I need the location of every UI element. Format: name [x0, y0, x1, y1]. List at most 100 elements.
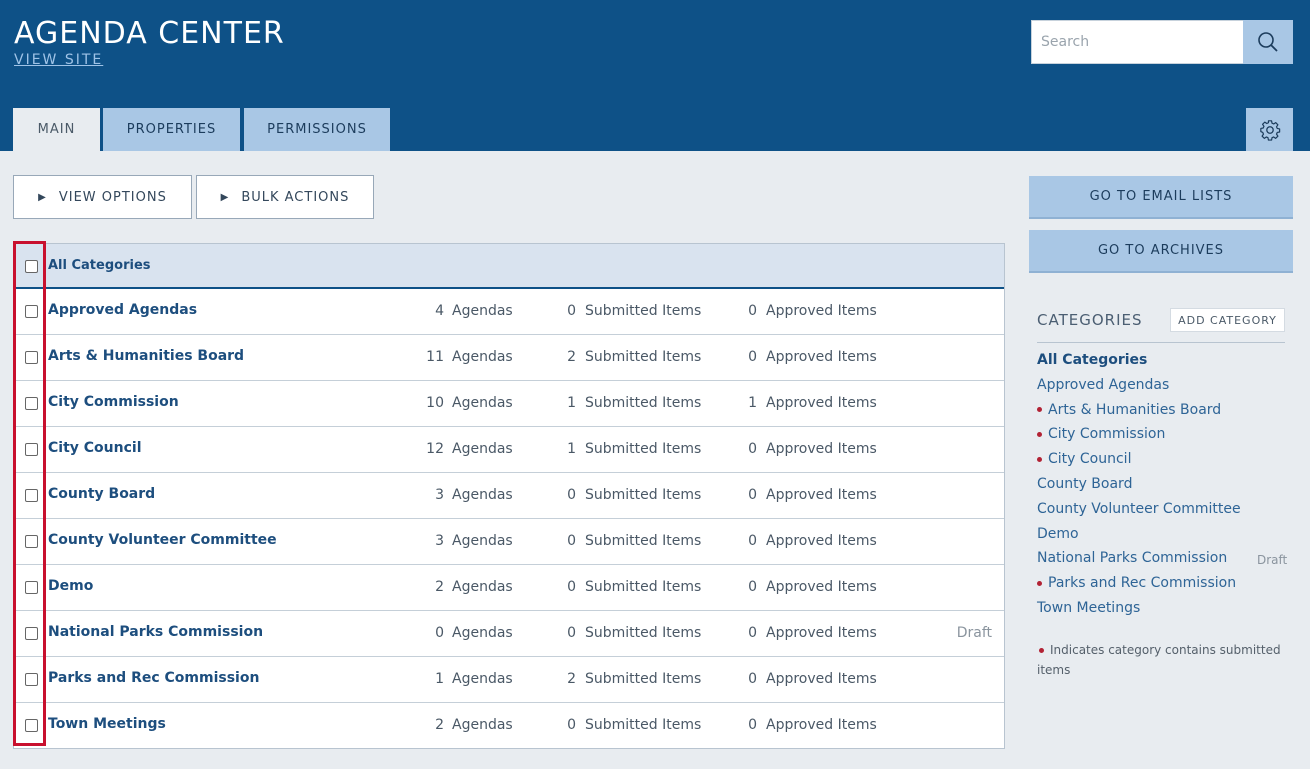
approved-count: 0: [748, 671, 757, 687]
divider: [1037, 342, 1285, 343]
checkbox-column-highlight: [13, 241, 46, 746]
submitted-count: 0: [567, 717, 576, 733]
settings-button[interactable]: [1246, 108, 1293, 151]
submitted-label: Submitted Items: [585, 303, 702, 319]
sidebar-category-label: County Volunteer Committee: [1037, 500, 1241, 517]
sidebar-category-item[interactable]: County Volunteer Committee: [1037, 501, 1241, 517]
play-triangle-icon: ▶: [38, 191, 47, 203]
go-to-email-lists-button[interactable]: GO TO EMAIL LISTS: [1029, 176, 1293, 219]
sidebar-category-item[interactable]: Arts & Humanities Board: [1037, 402, 1221, 418]
submitted-label: Submitted Items: [585, 671, 702, 687]
go-to-archives-button[interactable]: GO TO ARCHIVES: [1029, 230, 1293, 273]
submitted-count: 0: [567, 579, 576, 595]
view-options-button[interactable]: ▶ VIEW OPTIONS: [13, 175, 192, 219]
sidebar-category-label: Demo: [1037, 525, 1079, 542]
category-name-link[interactable]: Demo: [48, 578, 93, 594]
agendas-label: Agendas: [452, 303, 513, 319]
table-row: Demo 2 Agendas 0 Submitted Items 0 Approved It…: [14, 565, 1004, 611]
search-input[interactable]: [1032, 21, 1243, 63]
sidebar-category-item[interactable]: National Parks Commission: [1037, 550, 1227, 566]
play-triangle-icon: ▶: [220, 191, 230, 203]
top-header: AGENDA CENTER VIEW SITE MAIN PROPERTIES …: [0, 0, 1310, 151]
sidebar-category-item[interactable]: All Categories: [1037, 352, 1147, 368]
status-label: Draft: [956, 625, 992, 641]
sidebar-category-item[interactable]: Demo: [1037, 526, 1079, 542]
approved-count: 0: [748, 441, 757, 457]
view-site-link[interactable]: VIEW SITE: [14, 52, 103, 68]
agendas-label: Agendas: [452, 441, 513, 457]
agendas-count: 2: [435, 579, 444, 595]
submitted-label: Submitted Items: [585, 441, 702, 457]
approved-label: Approved Items: [766, 717, 877, 733]
search-button[interactable]: [1243, 20, 1293, 64]
sidebar-category-item[interactable]: Parks and Rec Commission: [1037, 575, 1236, 591]
gear-icon: [1259, 119, 1280, 141]
approved-label: Approved Items: [766, 349, 877, 365]
submitted-count: 2: [567, 671, 576, 687]
agendas-count: 11: [426, 349, 444, 365]
agendas-label: Agendas: [452, 579, 513, 595]
submitted-count: 0: [567, 303, 576, 319]
table-row: National Parks Commission 0 Agendas 0 Submit…: [14, 611, 1004, 657]
bullet-dot-icon: [1037, 407, 1042, 413]
approved-count: 0: [748, 349, 757, 365]
category-name-link[interactable]: Arts & Humanities Board: [48, 348, 244, 364]
category-name-link[interactable]: Parks and Rec Commission: [48, 670, 259, 686]
submitted-count: 0: [567, 533, 576, 549]
draft-label: Draft: [1257, 553, 1288, 567]
approved-label: Approved Items: [766, 533, 877, 549]
app-title: AGENDA CENTER: [14, 16, 285, 51]
bulk-actions-label: BULK ACTIONS: [241, 189, 350, 205]
sidebar-category-label: Parks and Rec Commission: [1048, 575, 1237, 592]
table-row: County Volunteer Committee 3 Agendas 0 Submi…: [14, 519, 1004, 565]
approved-count: 0: [748, 579, 757, 595]
bulk-actions-button[interactable]: ▶ BULK ACTIONS: [196, 175, 374, 219]
bullet-dot-icon: [1037, 456, 1042, 462]
approved-label: Approved Items: [766, 395, 877, 411]
category-name-link[interactable]: County Volunteer Committee: [48, 532, 277, 548]
category-name-link[interactable]: City Council: [48, 440, 142, 456]
bullet-dot-icon: [1039, 648, 1044, 653]
sidebar-category-item[interactable]: City Commission: [1037, 426, 1165, 442]
submitted-label: Submitted Items: [585, 533, 702, 549]
submitted-label: Submitted Items: [585, 625, 702, 641]
all-categories-header-label: All Categories: [48, 258, 151, 273]
approved-label: Approved Items: [766, 579, 877, 595]
categories-heading: CATEGORIES: [1037, 311, 1143, 329]
agendas-count: 10: [426, 395, 444, 411]
submitted-count: 0: [567, 625, 576, 641]
agendas-count: 4: [435, 303, 444, 319]
sidebar-category-label: Town Meetings: [1037, 600, 1141, 616]
agendas-count: 3: [435, 533, 444, 549]
sidebar-category-label: All Categories: [1037, 352, 1148, 368]
category-name-link[interactable]: National Parks Commission: [48, 624, 263, 640]
submitted-count: 1: [567, 441, 576, 457]
sidebar-category-label: Arts & Humanities Board: [1048, 401, 1222, 418]
sidebar-category-item[interactable]: Approved Agendas: [1037, 377, 1169, 393]
submitted-count: 2: [567, 349, 576, 365]
agendas-label: Agendas: [452, 671, 513, 687]
category-name-link[interactable]: Approved Agendas: [48, 302, 197, 318]
add-category-button[interactable]: ADD CATEGORY: [1170, 308, 1285, 332]
sidebar-category-label: National Parks Commission: [1037, 550, 1228, 567]
approved-label: Approved Items: [766, 303, 877, 319]
sidebar-category-item[interactable]: Town Meetings: [1037, 600, 1140, 616]
approved-count: 0: [748, 303, 757, 319]
sidebar-category-item[interactable]: City Council: [1037, 451, 1131, 467]
category-name-link[interactable]: Town Meetings: [48, 716, 166, 732]
search-icon: [1258, 32, 1278, 52]
legend: Indicates category contains submitted it…: [1037, 640, 1287, 680]
tab-properties[interactable]: PROPERTIES: [103, 108, 240, 151]
approved-count: 0: [748, 717, 757, 733]
approved-count: 0: [748, 625, 757, 641]
tab-permissions[interactable]: PERMISSIONS: [244, 108, 390, 151]
category-name-link[interactable]: County Board: [48, 486, 155, 502]
category-name-link[interactable]: City Commission: [48, 394, 179, 410]
tab-main[interactable]: MAIN: [13, 108, 100, 151]
submitted-count: 0: [567, 487, 576, 503]
approved-count: 0: [748, 533, 757, 549]
approved-count: 1: [748, 395, 757, 411]
approved-label: Approved Items: [766, 487, 877, 503]
sidebar-category-item[interactable]: County Board: [1037, 476, 1132, 492]
table-row: Arts & Humanities Board 11 Agendas 2 Submitt…: [14, 335, 1004, 381]
